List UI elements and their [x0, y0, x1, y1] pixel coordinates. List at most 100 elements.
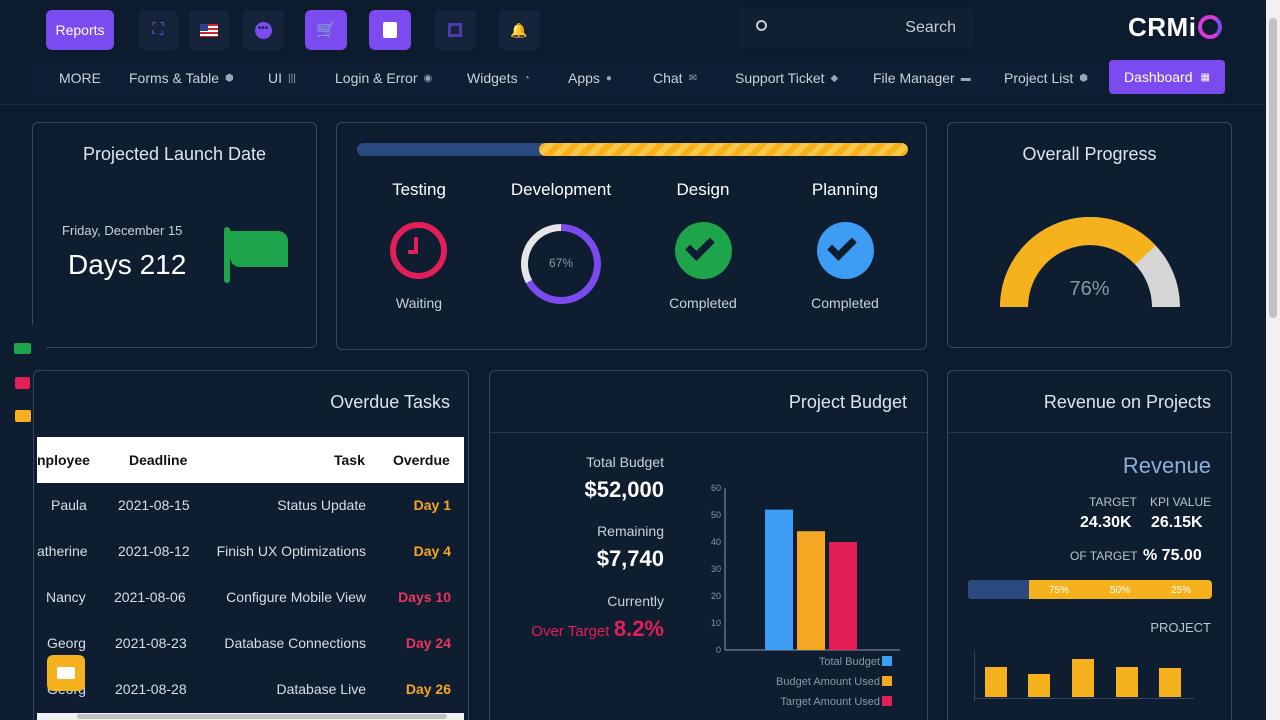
stage-planning-status: Completed — [811, 295, 879, 311]
reports-button[interactable]: Reports — [46, 10, 114, 50]
stage-testing-status: Waiting — [395, 295, 443, 311]
kpi-label: KPI VALUE — [1150, 495, 1212, 509]
remaining-value: $7,740 — [596, 546, 664, 571]
apps-button[interactable] — [434, 10, 476, 50]
nav-support-ticket[interactable]: Support Ticket ◆ — [735, 70, 838, 86]
cell-deadline: 2021-08-15 — [118, 497, 190, 513]
bell-icon: 🔔 — [510, 21, 528, 38]
table-row[interactable]: Nancy 2021-08-06 Configure Mobile View D… — [37, 575, 464, 621]
legend-label: Total Budget — [819, 656, 880, 668]
bar — [765, 509, 793, 650]
cart-icon: 🛒 — [316, 22, 336, 39]
fullscreen-button[interactable]: ⛶ — [138, 10, 178, 50]
over-target: Over Target 8.2% — [531, 616, 664, 642]
col-employee[interactable]: nployee — [37, 452, 90, 468]
y-tick-label: 10 — [711, 618, 721, 628]
progress-label-50: 50% — [1110, 585, 1131, 596]
over-target-value: 8.2% — [613, 616, 664, 641]
currently-label: Currently — [607, 593, 664, 609]
nav-dashboard[interactable]: Dashboard ▦ — [1109, 60, 1225, 94]
cell-task: Database Connections — [224, 635, 366, 651]
cell-overdue: Days 10 — [398, 589, 451, 605]
language-button[interactable] — [189, 10, 229, 50]
cell-deadline: 2021-08-23 — [115, 635, 187, 651]
nav-widgets[interactable]: Widgets ◔ — [467, 70, 530, 86]
of-target-label: OF TARGET — [1070, 549, 1138, 563]
money-icon[interactable] — [14, 343, 31, 354]
nav-login-error[interactable]: Login & Error ◉ — [335, 70, 432, 86]
table-row[interactable]: atherine 2021-08-12 Finish UX Optimizati… — [37, 529, 464, 575]
nav-dashboard-label: Dashboard — [1124, 69, 1193, 85]
table-row[interactable]: Georg 2021-08-23 Database Connections Da… — [37, 621, 464, 667]
col-task[interactable]: Task — [334, 452, 365, 468]
main-nav: MORE Forms & Table ⬢ UI ||| Login & Error ◉… — [32, 58, 1230, 98]
nav-label: Widgets — [467, 70, 518, 86]
floating-chat-button[interactable] — [47, 655, 85, 691]
cell-task: Database Live — [276, 681, 366, 697]
progress-label-75: 75% — [1049, 585, 1070, 596]
stage-testing-title: Testing — [392, 180, 446, 199]
stages-progress-fill — [539, 143, 908, 156]
cart-button[interactable]: 🛒 — [305, 10, 347, 50]
launch-title: Projected Launch Date — [82, 144, 267, 164]
logo[interactable]: CRMi — [1128, 12, 1223, 43]
nav-apps[interactable]: Apps ● — [568, 70, 612, 86]
cell-task: Configure Mobile View — [226, 589, 366, 605]
check-circle-icon — [675, 222, 732, 279]
project-bar — [1072, 659, 1094, 697]
chat-icon[interactable] — [15, 410, 31, 422]
overall-card: Overall Progress 76% — [947, 122, 1232, 348]
nav-project-list[interactable]: Project List ⬢ — [1004, 70, 1088, 86]
target-label: TARGET — [1089, 495, 1137, 509]
page-scrollbar[interactable] — [1266, 0, 1280, 720]
clock-icon — [390, 222, 447, 279]
reports-label: Reports — [55, 22, 105, 38]
kpi-value: 26.15K — [1151, 514, 1203, 531]
revenue-divider — [948, 432, 1231, 433]
budget-bar-chart: 0 10 20 30 40 50 60 Total Budget Budget Amount U… — [711, 483, 900, 708]
messages-button[interactable]: ••• — [242, 10, 284, 50]
nav-more[interactable]: MORE — [59, 70, 101, 86]
nav-chat[interactable]: Chat ✉ — [653, 70, 697, 86]
overall-gauge — [1000, 217, 1180, 307]
project-chart-base — [974, 698, 1194, 699]
dashboard-icon: ▦ — [1200, 71, 1210, 83]
bar — [797, 531, 825, 650]
table-row[interactable]: Paula 2021-08-15 Status Update Day 1 — [37, 483, 464, 529]
nav-forms-table[interactable]: Forms & Table ⬢ — [129, 70, 234, 86]
cell-employee: Paula — [51, 497, 87, 513]
col-overdue[interactable]: Overdue — [393, 452, 450, 468]
bar — [829, 542, 857, 650]
table-row[interactable]: Georg 2021-08-28 Database Live Day 26 — [37, 667, 464, 713]
notifications-button[interactable]: 🔔 — [498, 10, 540, 50]
widget-icon: ◔ — [523, 72, 530, 84]
grid-icon — [448, 23, 462, 37]
nav-ui[interactable]: UI ||| — [268, 70, 296, 86]
search-icon — [756, 20, 767, 31]
bulb-icon: ● — [605, 72, 612, 84]
search-box[interactable]: Search — [740, 7, 974, 49]
budget-card: Project Budget Total Budget $52,000 Rema… — [489, 370, 928, 720]
cell-overdue: Day 1 — [413, 497, 451, 513]
table-header: nployee Deadline Task Overdue — [37, 437, 464, 483]
nav-label: UI — [268, 70, 282, 86]
nav-file-manager[interactable]: File Manager ▬ — [873, 70, 971, 86]
y-tick-label: 40 — [711, 537, 721, 547]
stage-development-title: Development — [510, 180, 612, 199]
box-icon: ⬢ — [1079, 72, 1088, 84]
stage-design-title: Design — [676, 180, 730, 199]
cell-deadline: 2021-08-28 — [115, 681, 187, 697]
stage-planning-title: Planning — [811, 180, 879, 199]
table-horizontal-scrollbar[interactable] — [37, 713, 464, 720]
y-tick-label: 50 — [711, 510, 721, 520]
image-icon[interactable] — [15, 377, 30, 389]
revenue-title: Revenue on Projects — [1043, 392, 1211, 412]
cell-deadline: 2021-08-12 — [118, 543, 190, 559]
cell-employee: Georg — [47, 635, 86, 651]
scrollbar-thumb[interactable] — [1269, 18, 1277, 318]
cell-employee: Nancy — [46, 589, 86, 605]
notes-button[interactable] — [369, 10, 411, 50]
col-deadline[interactable]: Deadline — [129, 452, 187, 468]
check-circle-icon — [817, 222, 874, 279]
project-bar — [1159, 668, 1181, 697]
